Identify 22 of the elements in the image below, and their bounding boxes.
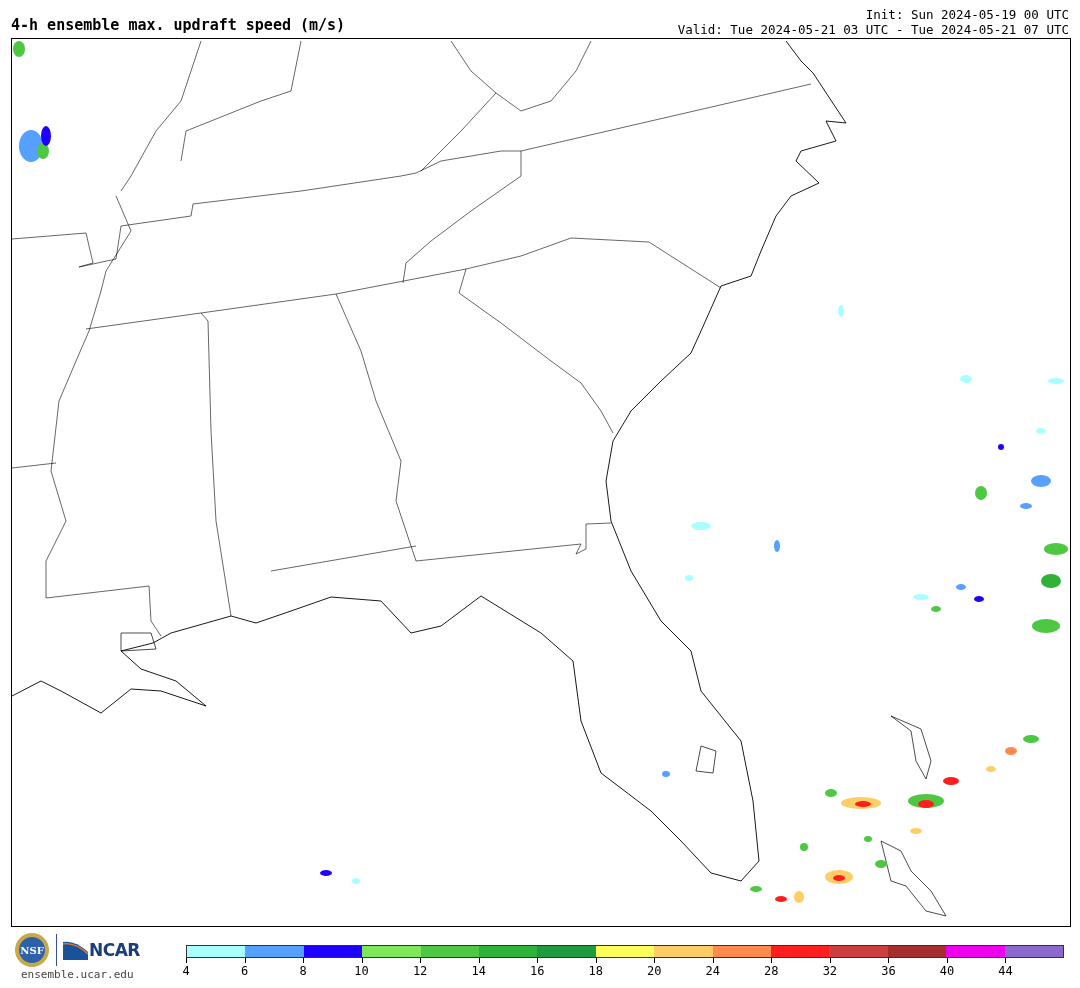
site-url: ensemble.ucar.edu bbox=[21, 968, 135, 982]
tick-label: 18 bbox=[588, 964, 603, 978]
init-time: Init: Sun 2024-05-19 00 UTC bbox=[865, 7, 1069, 22]
tick-label: 28 bbox=[764, 964, 779, 978]
tick-label: 16 bbox=[529, 964, 545, 978]
ncar-wordmark: NCAR bbox=[89, 940, 140, 960]
tick-label: 20 bbox=[647, 964, 662, 978]
tick-label: 24 bbox=[705, 964, 720, 978]
tick-label: 36 bbox=[881, 964, 896, 978]
tick-label: 14 bbox=[471, 964, 486, 978]
tick-label: 32 bbox=[822, 964, 838, 978]
logo-icon bbox=[63, 940, 88, 960]
seal-text: NSF bbox=[20, 945, 44, 956]
tick-label: 8 bbox=[299, 964, 307, 978]
chart-title: 4-h ensemble max. updraft speed (m/s) bbox=[11, 16, 346, 36]
tick-label: 4 bbox=[182, 964, 190, 978]
tick-label: 6 bbox=[240, 964, 249, 978]
tick-label: 10 bbox=[354, 964, 369, 978]
tick-label: 44 bbox=[998, 964, 1013, 978]
tick-label: 12 bbox=[412, 964, 428, 978]
valid-time: Valid: Tue 2024-05-21 03 UTC - Tue 2024-05-21 07 UTC bbox=[677, 22, 1069, 37]
tick-label: 40 bbox=[939, 964, 955, 978]
